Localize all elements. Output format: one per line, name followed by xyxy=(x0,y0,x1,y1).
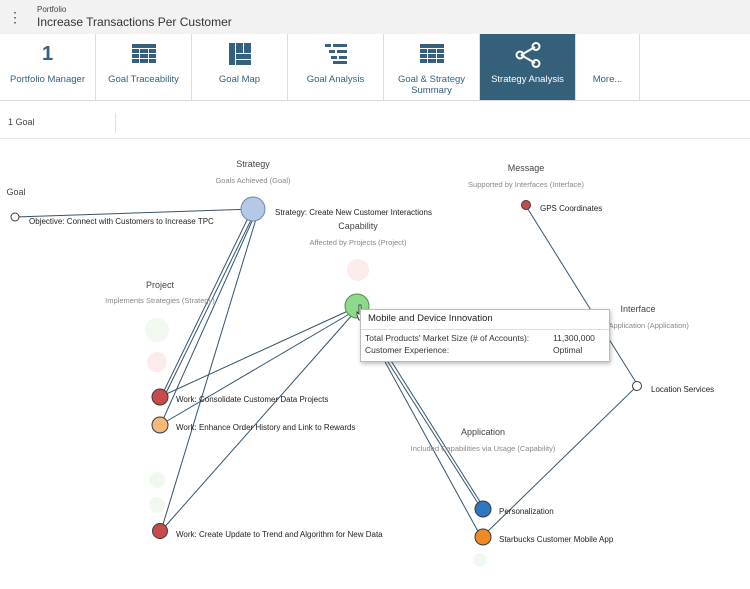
node-label[interactable]: Work: Consolidate Customer Data Projects xyxy=(176,395,328,404)
edge xyxy=(161,313,354,531)
edge xyxy=(161,312,352,425)
faded-node xyxy=(473,553,487,567)
column-subtitle-capability: Affected by Projects (Project) xyxy=(310,238,407,247)
node-label[interactable]: GPS Coordinates xyxy=(540,204,602,213)
divider xyxy=(361,329,609,330)
tooltip-title: Mobile and Device Innovation xyxy=(368,313,493,324)
node-tooltip: Mobile and Device Innovation Total Produ… xyxy=(360,309,610,362)
project-node[interactable] xyxy=(151,416,169,434)
edge xyxy=(161,217,249,396)
project-node[interactable] xyxy=(152,523,168,539)
edges xyxy=(14,205,638,536)
tooltip-row-label: Customer Experience: xyxy=(365,345,450,355)
node-label[interactable]: Work: Create Update to Trend and Algorit… xyxy=(176,530,383,539)
interface-node[interactable] xyxy=(632,381,642,391)
column-title-goal: Goal xyxy=(6,187,25,197)
faded-node xyxy=(147,352,167,372)
tooltip-row-value: Optimal xyxy=(553,345,583,355)
node-label[interactable]: Location Services xyxy=(651,385,714,394)
column-subtitle-strategy: Goals Achieved (Goal) xyxy=(215,176,291,185)
column-title-project: Project xyxy=(146,280,175,290)
tooltip-row-label: Total Products' Market Size (# of Accoun… xyxy=(365,333,530,343)
column-subtitle-message: Supported by Interfaces (Interface) xyxy=(468,180,584,189)
column-title-strategy: Strategy xyxy=(236,159,270,169)
node-label[interactable]: Work: Enhance Order History and Link to … xyxy=(176,423,355,432)
column-title-message: Message xyxy=(508,163,545,173)
faded-node xyxy=(149,472,165,488)
column-title-interface: Interface xyxy=(620,304,655,314)
strategy-node[interactable] xyxy=(240,196,266,222)
message-node[interactable] xyxy=(521,200,531,210)
node-label[interactable]: Strategy: Create New Customer Interactio… xyxy=(275,208,432,217)
faded-node xyxy=(145,318,169,342)
project-node[interactable] xyxy=(151,388,169,406)
node-label[interactable]: Objective: Connect with Customers to Inc… xyxy=(29,217,214,226)
edge xyxy=(14,208,254,218)
column-subtitle-project: Implements Strategies (Strategy) xyxy=(105,296,215,305)
application-node[interactable] xyxy=(474,528,492,546)
column-title-capability: Capability xyxy=(338,221,378,231)
column-subtitle-application: Included Capabilities via Usage (Capabil… xyxy=(411,444,556,453)
edge xyxy=(160,218,254,425)
tooltip-row-value: 11,300,000 xyxy=(553,333,595,343)
node-label[interactable]: Personalization xyxy=(499,507,554,516)
edge xyxy=(161,309,351,397)
column-title-application: Application xyxy=(461,427,505,437)
column-subtitle-interface: y Application (Application) xyxy=(603,321,689,330)
goal-node[interactable] xyxy=(10,212,20,222)
faded-nodes xyxy=(145,259,487,567)
strategy-graph: Goal Strategy Goals Achieved (Goal) Capa… xyxy=(6,159,714,567)
application-node[interactable] xyxy=(474,500,492,518)
faded-node xyxy=(149,497,165,513)
edge xyxy=(163,217,253,398)
node-label[interactable]: Starbucks Customer Mobile App xyxy=(499,535,614,544)
faded-node xyxy=(347,259,369,281)
